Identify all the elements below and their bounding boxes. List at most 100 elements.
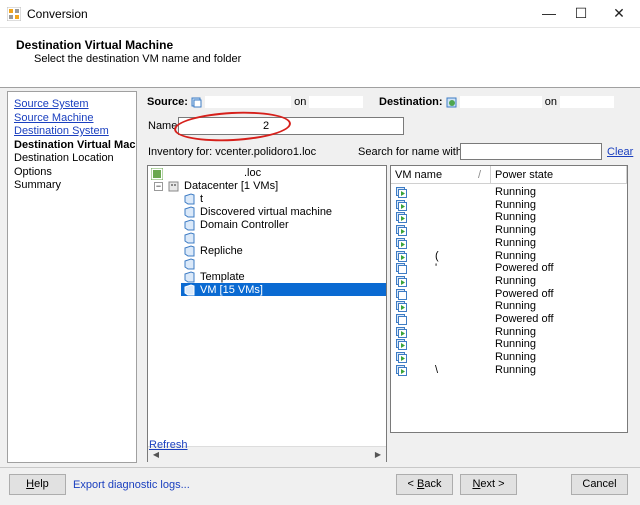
destination-on: on — [544, 96, 557, 108]
title-bar: Conversion — ☐ ✕ — [0, 0, 640, 28]
wizard-header: Destination Virtual Machine Select the d… — [0, 28, 640, 88]
table-row[interactable]: Running — [391, 275, 627, 288]
vm-running-icon — [396, 301, 407, 313]
vm-running-icon — [396, 199, 407, 211]
power-state-cell: Running — [495, 274, 536, 287]
source-on: on — [294, 96, 307, 108]
folder-icon — [184, 219, 195, 231]
vm-off-icon — [396, 263, 407, 275]
power-state-cell: Running — [495, 363, 536, 376]
destination-host-redacted — [560, 96, 615, 109]
footer-divider — [0, 467, 640, 468]
source-host-redacted — [309, 96, 364, 109]
vm-running-icon — [396, 364, 407, 376]
destination-redacted — [459, 96, 542, 109]
tree-folder-item[interactable]: Repliche — [200, 245, 243, 258]
step-source-machine[interactable]: Source Machine — [14, 112, 94, 124]
inventory-host: vcenter.polidoro1.loc — [215, 146, 317, 158]
tree-datacenter[interactable]: Datacenter [1 VMs] — [184, 180, 278, 193]
power-state-cell: Running — [495, 325, 536, 338]
next-button[interactable]: Next > — [460, 474, 517, 495]
search-input[interactable] — [460, 143, 602, 160]
folder-icon — [184, 258, 195, 270]
page-subtitle: Select the destination VM name and folde… — [34, 53, 242, 65]
table-row[interactable]: Running — [391, 351, 627, 364]
step-source-system[interactable]: Source System — [14, 98, 89, 110]
vm-running-icon — [396, 250, 407, 262]
column-header-power-state[interactable]: Power state — [491, 166, 627, 184]
wizard-steps-panel: Source System Source Machine Destination… — [7, 91, 137, 463]
folder-tree[interactable]: .loc − Datacenter [1 VMs] t Discovered v… — [147, 165, 387, 462]
tree-root-vcenter[interactable]: .loc — [244, 167, 261, 180]
power-state-cell: Running — [495, 249, 536, 262]
table-row[interactable]: Running — [391, 300, 627, 313]
power-state-cell: Running — [495, 300, 536, 313]
tree-folder-item[interactable]: Domain Controller — [200, 219, 289, 232]
table-row[interactable]: \ Running — [391, 364, 627, 377]
collapse-toggle-icon[interactable]: − — [154, 182, 163, 191]
power-state-cell: Powered off — [495, 262, 554, 275]
vm-running-icon — [396, 352, 407, 364]
vm-name-cell: ' — [435, 262, 438, 275]
destination-summary: Destination: on — [379, 96, 615, 109]
column-header-vm-name[interactable]: VM name / — [391, 166, 491, 184]
power-state-cell: Powered off — [495, 287, 554, 300]
tree-folder-item[interactable]: Discovered virtual machine — [200, 206, 332, 219]
vm-name-input[interactable] — [178, 117, 404, 135]
tree-folder-item[interactable]: t — [200, 193, 203, 206]
vmware-app-icon — [7, 7, 21, 21]
step-destination-location: Destination Location — [14, 152, 114, 164]
power-state-cell: Running — [495, 211, 536, 224]
close-button[interactable]: ✕ — [596, 0, 640, 28]
source-label: Source: — [147, 96, 188, 108]
table-row[interactable]: Running — [391, 211, 627, 224]
folder-icon — [184, 271, 195, 283]
vm-running-icon — [396, 225, 407, 237]
step-options: Options — [14, 166, 52, 178]
inventory-label: Inventory for: vcenter.polidoro1.loc — [148, 146, 317, 158]
table-row[interactable]: Running — [391, 224, 627, 237]
folder-icon — [184, 284, 195, 296]
table-row[interactable]: Powered off — [391, 313, 627, 326]
vm-running-icon — [396, 275, 407, 287]
vm-running-icon — [396, 326, 407, 338]
scroll-right-icon[interactable]: ▶ — [370, 447, 386, 463]
destination-label: Destination: — [379, 96, 443, 108]
cancel-button[interactable]: Cancel — [571, 474, 628, 495]
vm-off-icon — [396, 288, 407, 300]
back-button[interactable]: < Back — [396, 474, 453, 495]
source-summary: Source: on — [147, 96, 364, 109]
destination-host-icon — [446, 97, 457, 108]
table-row[interactable]: ' Powered off — [391, 262, 627, 275]
vm-running-icon — [396, 237, 407, 249]
step-summary: Summary — [14, 179, 62, 191]
table-row[interactable]: Running — [391, 237, 627, 250]
sort-icon: / — [478, 169, 482, 181]
power-state-cell: Running — [495, 351, 536, 364]
table-row[interactable]: Running — [391, 326, 627, 339]
step-destination-system[interactable]: Destination System — [14, 125, 109, 137]
table-row[interactable]: (Running — [391, 250, 627, 263]
table-row[interactable]: Running — [391, 199, 627, 212]
vcenter-icon — [151, 168, 163, 180]
window-title: Conversion — [27, 7, 88, 21]
vm-table[interactable]: VM name / Power state Running Running Runn… — [390, 165, 628, 433]
export-diagnostic-logs-link[interactable]: Export diagnostic logs... — [73, 479, 190, 491]
table-row[interactable]: Running — [391, 338, 627, 351]
page-title: Destination Virtual Machine — [16, 38, 174, 52]
folder-icon — [184, 193, 195, 205]
refresh-link[interactable]: Refresh — [149, 439, 188, 451]
table-row[interactable]: Running — [391, 186, 627, 199]
step-destination-virtual-machine: Destination Virtual Machi — [14, 139, 137, 151]
table-row[interactable]: Powered off — [391, 288, 627, 301]
tree-folder-label-selected: VM [15 VMs] — [200, 284, 263, 296]
search-label: Search for name with: — [358, 146, 465, 158]
folder-icon — [184, 245, 195, 257]
power-state-cell: Running — [495, 338, 536, 351]
vm-name-cell: \ — [435, 363, 439, 376]
clear-link[interactable]: Clear — [607, 146, 633, 158]
name-label: Name — [148, 120, 178, 132]
vm-running-icon — [396, 212, 407, 224]
source-redacted — [205, 96, 292, 109]
help-button[interactable]: Help — [9, 474, 66, 495]
